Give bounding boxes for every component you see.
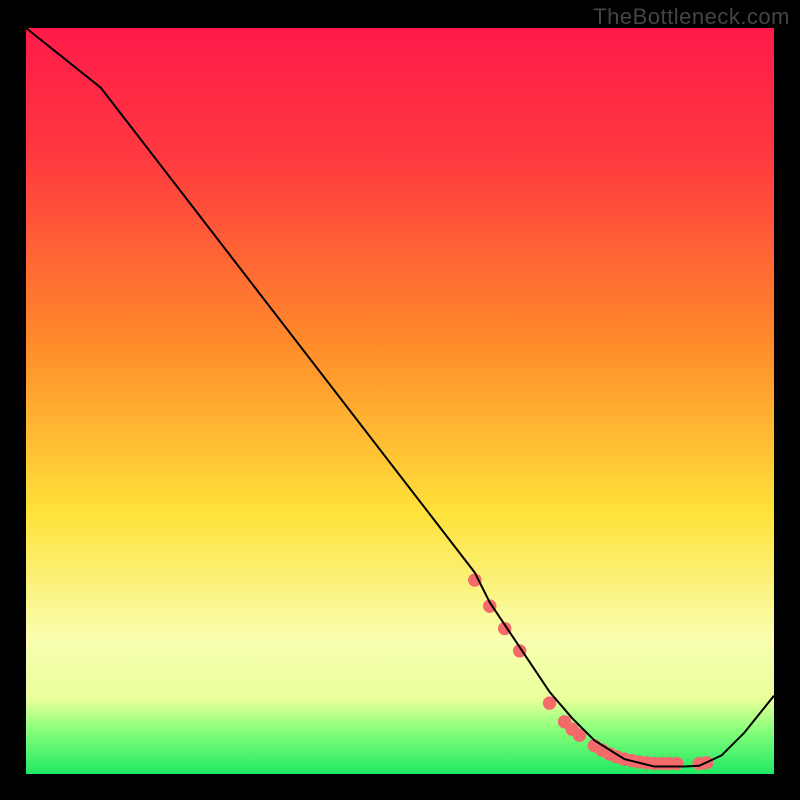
plot-svg — [26, 28, 774, 774]
plot-area — [26, 28, 774, 774]
gradient-background — [26, 28, 774, 774]
watermark-text: TheBottleneck.com — [593, 4, 790, 30]
data-dot — [670, 757, 683, 770]
chart-frame: TheBottleneck.com — [0, 0, 800, 800]
